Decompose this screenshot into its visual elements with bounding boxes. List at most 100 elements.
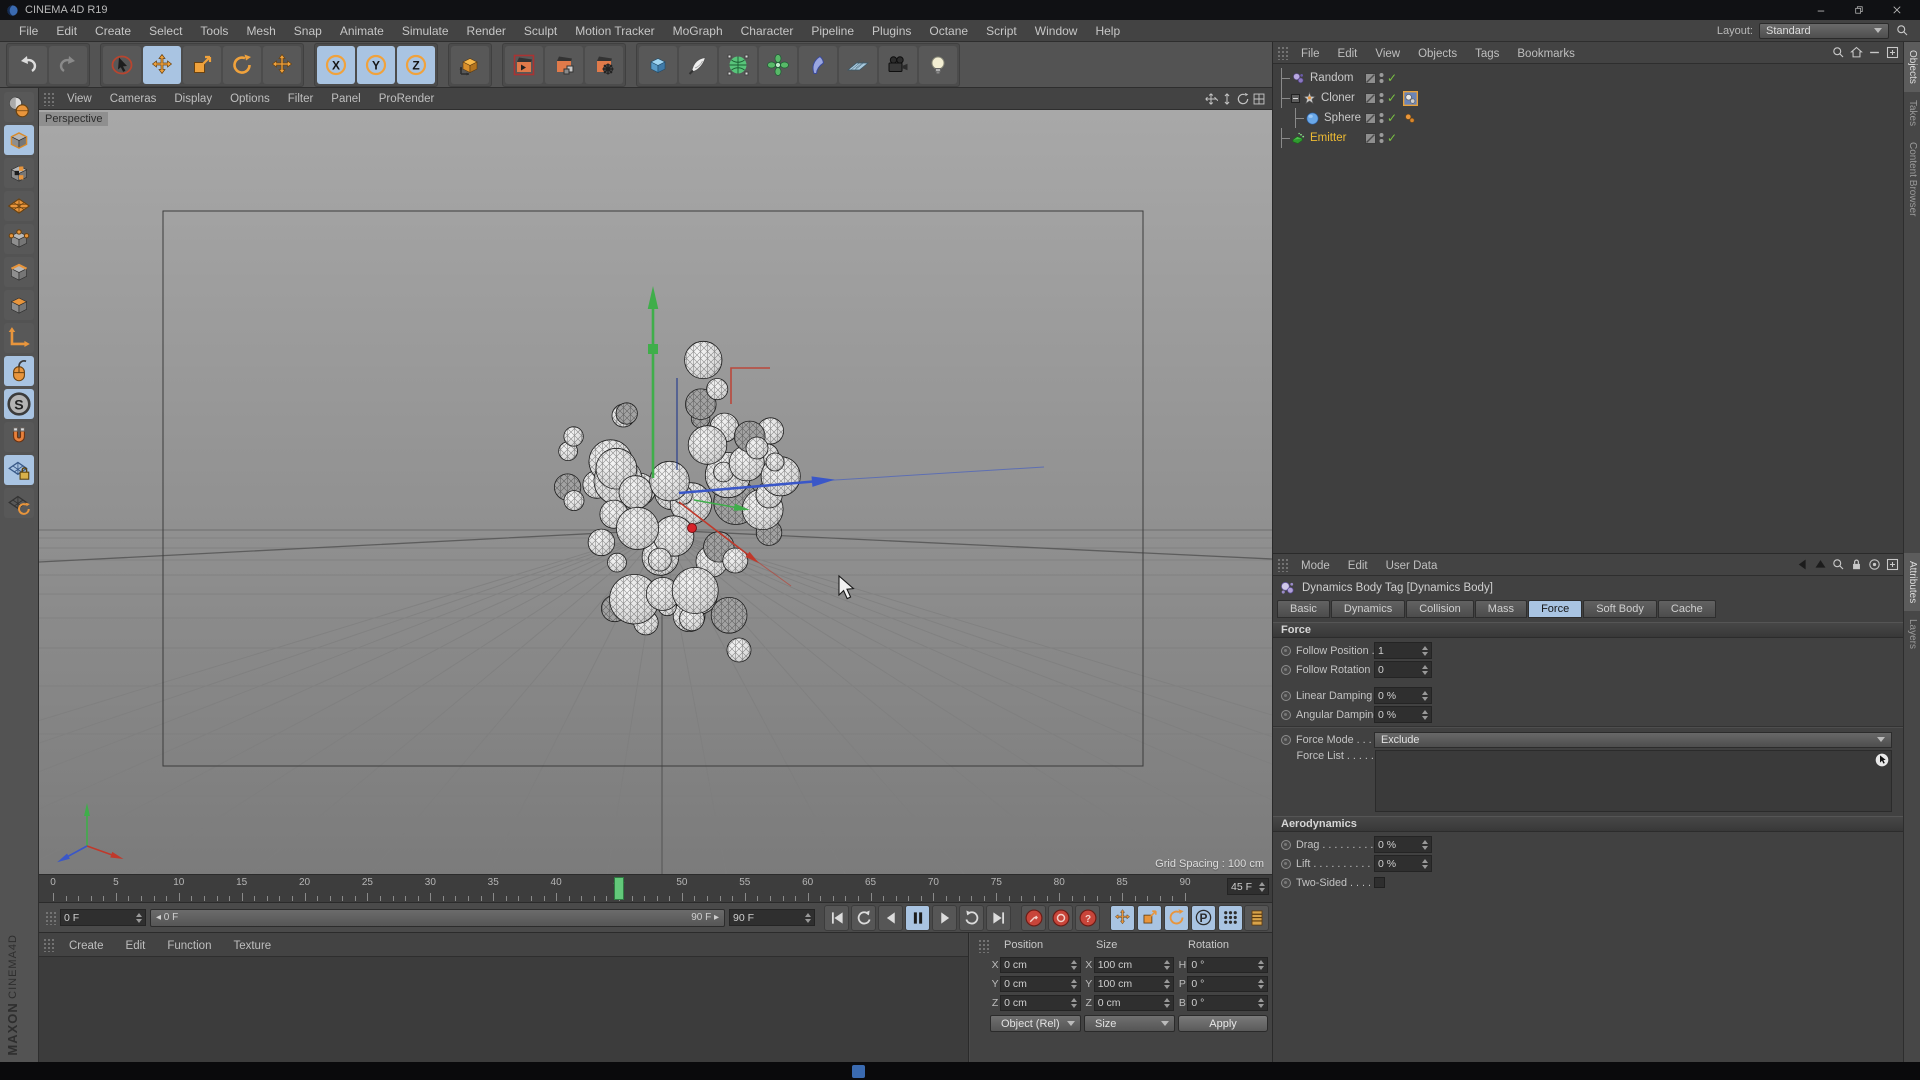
stepper-arrows[interactable] (1161, 960, 1171, 970)
stepper-arrows[interactable] (133, 912, 142, 923)
last-tool-icon[interactable] (263, 45, 301, 84)
rotate-view-icon[interactable] (1236, 92, 1250, 106)
menu-render[interactable]: Render (458, 20, 515, 42)
tab-force[interactable]: Force (1528, 600, 1583, 618)
dynamics-body-tag-selected[interactable] (1403, 90, 1418, 106)
param-value-field[interactable]: 1 (1374, 642, 1432, 659)
panel-grip[interactable] (43, 91, 55, 106)
viewport-menu-display[interactable]: Display (165, 93, 221, 105)
viewport-camera-label[interactable]: Perspective (39, 112, 109, 126)
coord-value-field[interactable]: 0 ° (1187, 957, 1268, 973)
coord-mode-dropdown[interactable]: Object (Rel) (989, 1015, 1081, 1032)
coord-value-field[interactable]: 100 cm (1093, 957, 1175, 973)
coord-value-field[interactable]: 0 cm (1000, 957, 1081, 973)
stepper-arrows[interactable] (1419, 664, 1428, 675)
next-frame-icon[interactable] (932, 904, 958, 931)
stepper-arrows[interactable] (1419, 645, 1428, 656)
record-position-icon[interactable] (1110, 904, 1136, 931)
add-camera-icon[interactable] (879, 45, 917, 84)
menu-octane[interactable]: Octane (920, 20, 977, 42)
coord-value-field[interactable]: 0 cm (1093, 995, 1175, 1011)
record-parameter-icon[interactable]: P (1191, 904, 1217, 931)
stepper-arrows[interactable] (1068, 998, 1077, 1008)
snap-icon[interactable]: S (4, 389, 34, 419)
minimize-icon[interactable] (1867, 45, 1882, 60)
stepper-arrows[interactable] (1068, 979, 1077, 989)
record-rotation-icon[interactable] (1164, 904, 1190, 931)
texture-mode-icon[interactable] (4, 158, 34, 188)
dynamics-body-tag[interactable] (1403, 111, 1417, 125)
collapse-icon[interactable] (1291, 93, 1300, 103)
lock-y-icon[interactable]: Y (357, 45, 395, 84)
object-tags[interactable] (1403, 111, 1417, 125)
menu-mesh[interactable]: Mesh (237, 20, 284, 42)
playhead[interactable] (614, 877, 624, 900)
search-icon[interactable] (1895, 23, 1910, 38)
animation-dot[interactable] (1281, 734, 1291, 745)
object-manager-menu-tags[interactable]: Tags (1466, 48, 1508, 60)
axis-mode-icon[interactable] (4, 323, 34, 353)
model-mode-icon[interactable] (4, 125, 34, 155)
tab-dynamics[interactable]: Dynamics (1330, 600, 1406, 618)
animation-dot[interactable] (1281, 664, 1291, 675)
menu-snap[interactable]: Snap (285, 20, 331, 42)
move-view-icon[interactable] (1204, 92, 1218, 106)
menu-simulate[interactable]: Simulate (393, 20, 458, 42)
range-powerslider[interactable]: ◂ 0 F 90 F ▸ (150, 908, 725, 927)
pause-icon[interactable] (905, 904, 931, 931)
undo-icon[interactable] (9, 45, 47, 84)
tab-soft-body[interactable]: Soft Body (1583, 600, 1657, 618)
menu-file[interactable]: File (10, 20, 47, 42)
add-spline-icon[interactable] (679, 45, 717, 84)
coord-mode-dropdown[interactable]: Size (1084, 1015, 1176, 1032)
viewport-menu-cameras[interactable]: Cameras (101, 93, 166, 105)
minimize-icon[interactable] (1804, 1, 1838, 19)
stepper-arrows[interactable] (1419, 839, 1428, 850)
dock-tab-layers[interactable]: Layers (1904, 611, 1920, 657)
stepper-arrows[interactable] (1255, 960, 1264, 970)
animation-dot[interactable] (1281, 709, 1291, 720)
panel-grip[interactable] (1277, 557, 1289, 572)
param-value-field[interactable]: 0 % (1374, 706, 1432, 723)
object-manager-menu-bookmarks[interactable]: Bookmarks (1508, 48, 1584, 60)
previous-frame-icon[interactable] (878, 904, 904, 931)
autokeying-icon[interactable] (1048, 904, 1074, 931)
animation-dot[interactable] (1281, 645, 1291, 656)
rotate-tool-icon[interactable] (223, 45, 261, 84)
live-selection-icon[interactable] (103, 45, 141, 84)
history-back-icon[interactable] (1795, 557, 1810, 572)
animation-dot[interactable] (1281, 839, 1291, 850)
force-list-box[interactable] (1374, 750, 1892, 812)
material-menu-function[interactable]: Function (156, 940, 222, 952)
menu-script[interactable]: Script (977, 20, 1026, 42)
menu-help[interactable]: Help (1086, 20, 1129, 42)
animation-dot[interactable] (1281, 858, 1291, 869)
goto-end-icon[interactable] (986, 904, 1011, 931)
object-tags[interactable] (1403, 90, 1418, 106)
polygons-mode-icon[interactable] (4, 290, 34, 320)
param-value-field[interactable]: 0 (1374, 661, 1432, 678)
add-deformer-icon[interactable] (799, 45, 837, 84)
workplane-mode-icon[interactable] (4, 191, 34, 221)
stepper-arrows[interactable] (1419, 690, 1428, 701)
viewport[interactable]: Perspective Grid Spacing : 100 cm (39, 110, 1272, 876)
play-backwards-icon[interactable] (851, 904, 877, 931)
play-forwards-icon[interactable] (959, 904, 985, 931)
move-tool-icon[interactable] (143, 45, 181, 84)
panel-grip[interactable] (45, 910, 57, 925)
menu-mograph[interactable]: MoGraph (664, 20, 732, 42)
attribute-menu-user-data[interactable]: User Data (1377, 560, 1447, 572)
range-end-field[interactable]: 90 F (729, 909, 815, 926)
param-checkbox[interactable] (1374, 877, 1385, 888)
tab-basic[interactable]: Basic (1277, 600, 1330, 618)
workplane-icon[interactable] (4, 488, 34, 518)
stepper-arrows[interactable] (802, 912, 811, 923)
scale-tool-icon[interactable] (183, 45, 221, 84)
stepper-arrows[interactable] (1161, 998, 1171, 1008)
zoom-view-icon[interactable] (1220, 92, 1234, 106)
dock-tab-content-browser[interactable]: Content Browser (1904, 134, 1920, 224)
menu-pipeline[interactable]: Pipeline (802, 20, 863, 42)
coord-value-field[interactable]: 0 ° (1187, 995, 1268, 1011)
dock-tab-objects[interactable]: Objects (1904, 42, 1920, 92)
tab-mass[interactable]: Mass (1474, 600, 1528, 618)
